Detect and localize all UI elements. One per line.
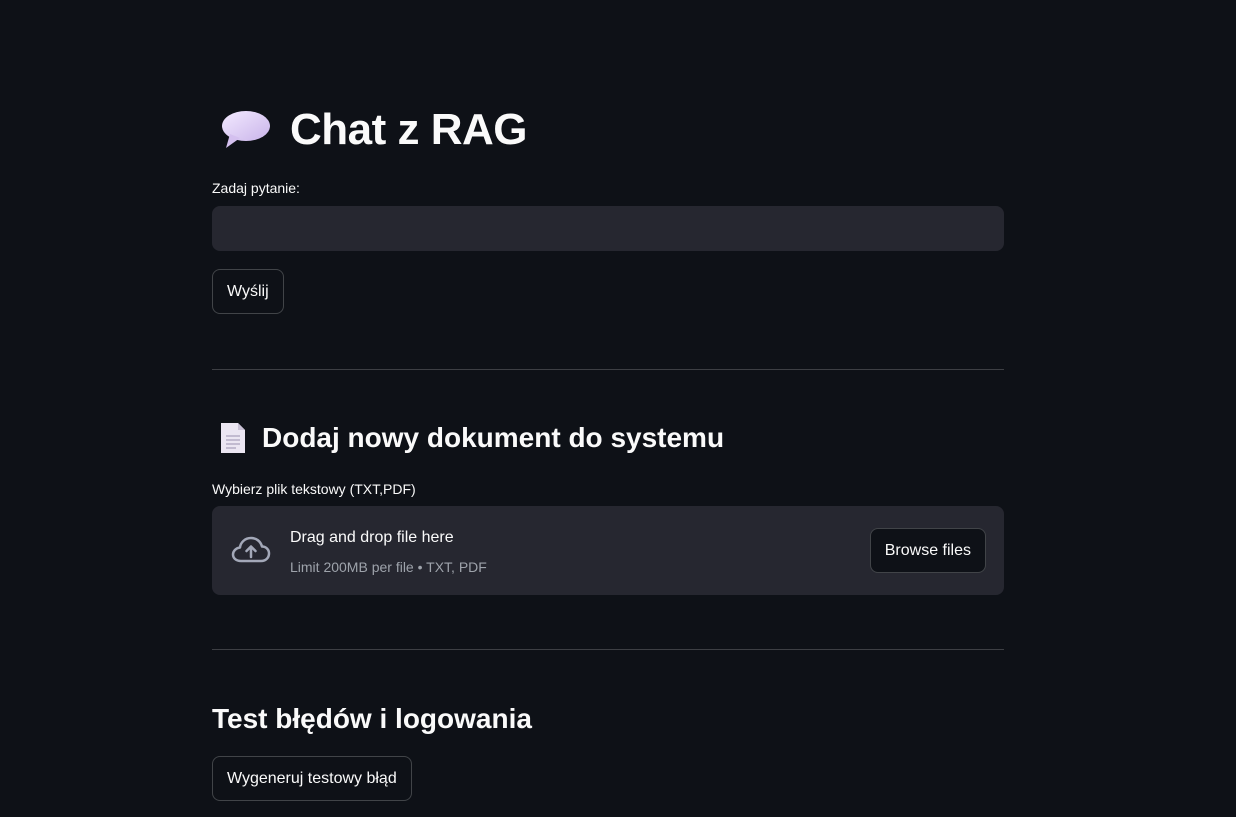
send-button[interactable]: Wyślij [212,269,284,314]
page-document-icon [220,422,246,454]
page-title-row: Chat z RAG [220,100,528,160]
browse-files-button[interactable]: Browse files [869,528,986,573]
generate-test-error-button[interactable]: Wygeneruj testowy błąd [212,756,412,801]
upload-section-heading: Dodaj nowy dokument do systemu [212,418,724,458]
dropzone-limit-hint: Limit 200MB per file • TXT, PDF [290,559,487,575]
question-label: Zadaj pytanie: [212,180,300,196]
file-dropzone[interactable]: Drag and drop file here Limit 200MB per … [212,506,1004,595]
divider [212,369,1004,370]
divider [212,649,1004,650]
page-title: Chat z RAG [290,105,528,154]
file-uploader-label: Wybierz plik tekstowy (TXT,PDF) [212,481,416,497]
speech-balloon-icon [220,108,274,152]
cloud-upload-icon [230,534,272,566]
question-input[interactable] [212,206,1004,251]
dropzone-instructions: Drag and drop file here [290,529,454,546]
error-test-section-title: Test błędów i logowania [212,703,532,734]
upload-section-title: Dodaj nowy dokument do systemu [262,422,725,453]
